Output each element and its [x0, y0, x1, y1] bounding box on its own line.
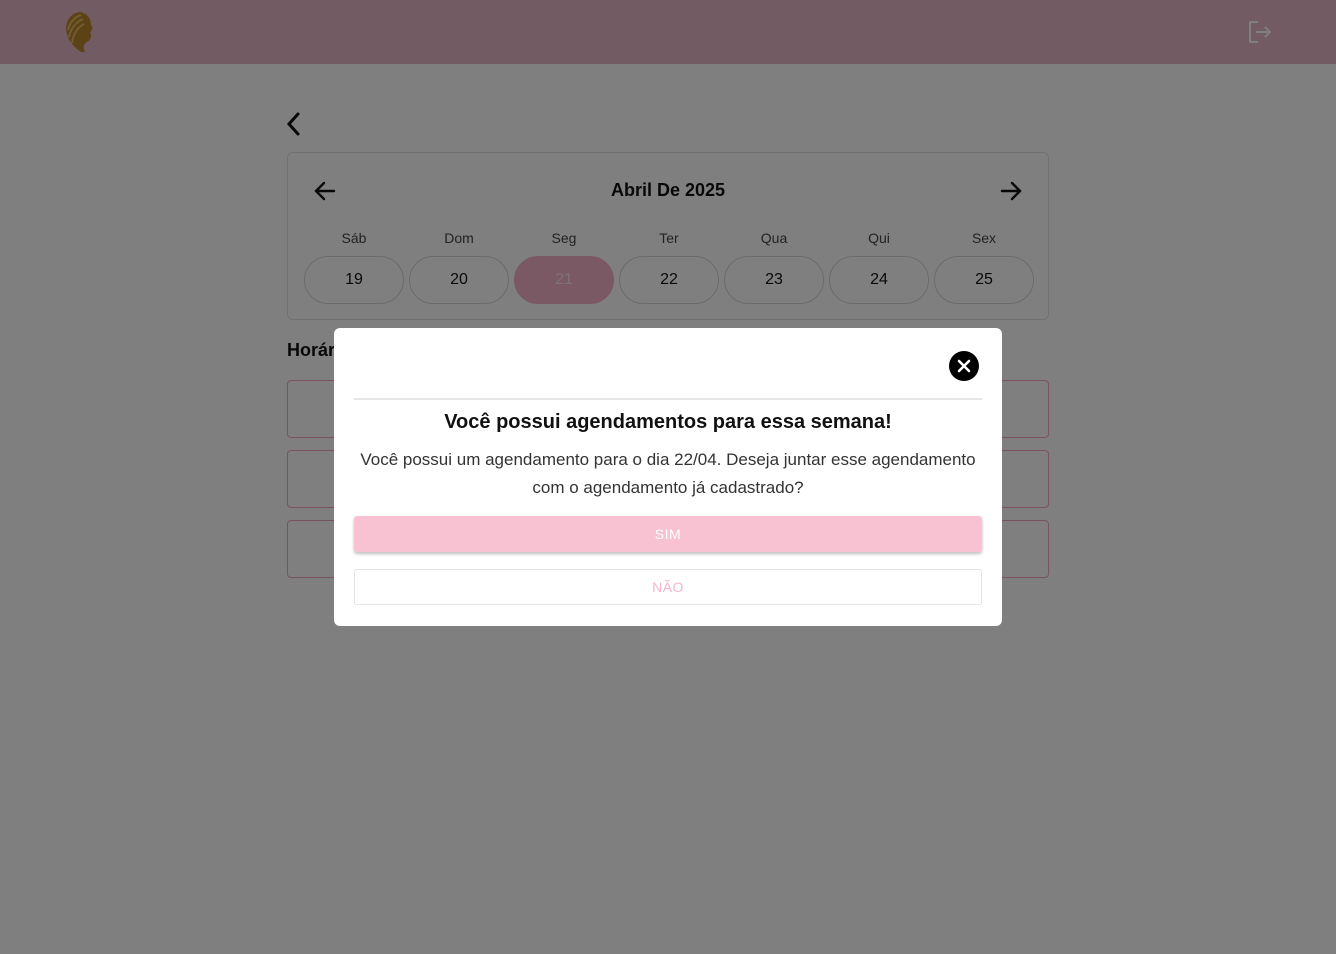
divider	[354, 398, 982, 400]
appointment-merge-dialog: Você possui agendamentos para essa seman…	[334, 328, 1002, 626]
close-icon	[957, 359, 971, 373]
dialog-message: Você possui um agendamento para o dia 22…	[360, 450, 976, 497]
dialog-title: Você possui agendamentos para essa seman…	[444, 411, 892, 433]
no-button[interactable]: NÃO	[354, 569, 982, 605]
yes-button[interactable]: SIM	[354, 516, 982, 552]
close-button[interactable]	[949, 351, 979, 381]
